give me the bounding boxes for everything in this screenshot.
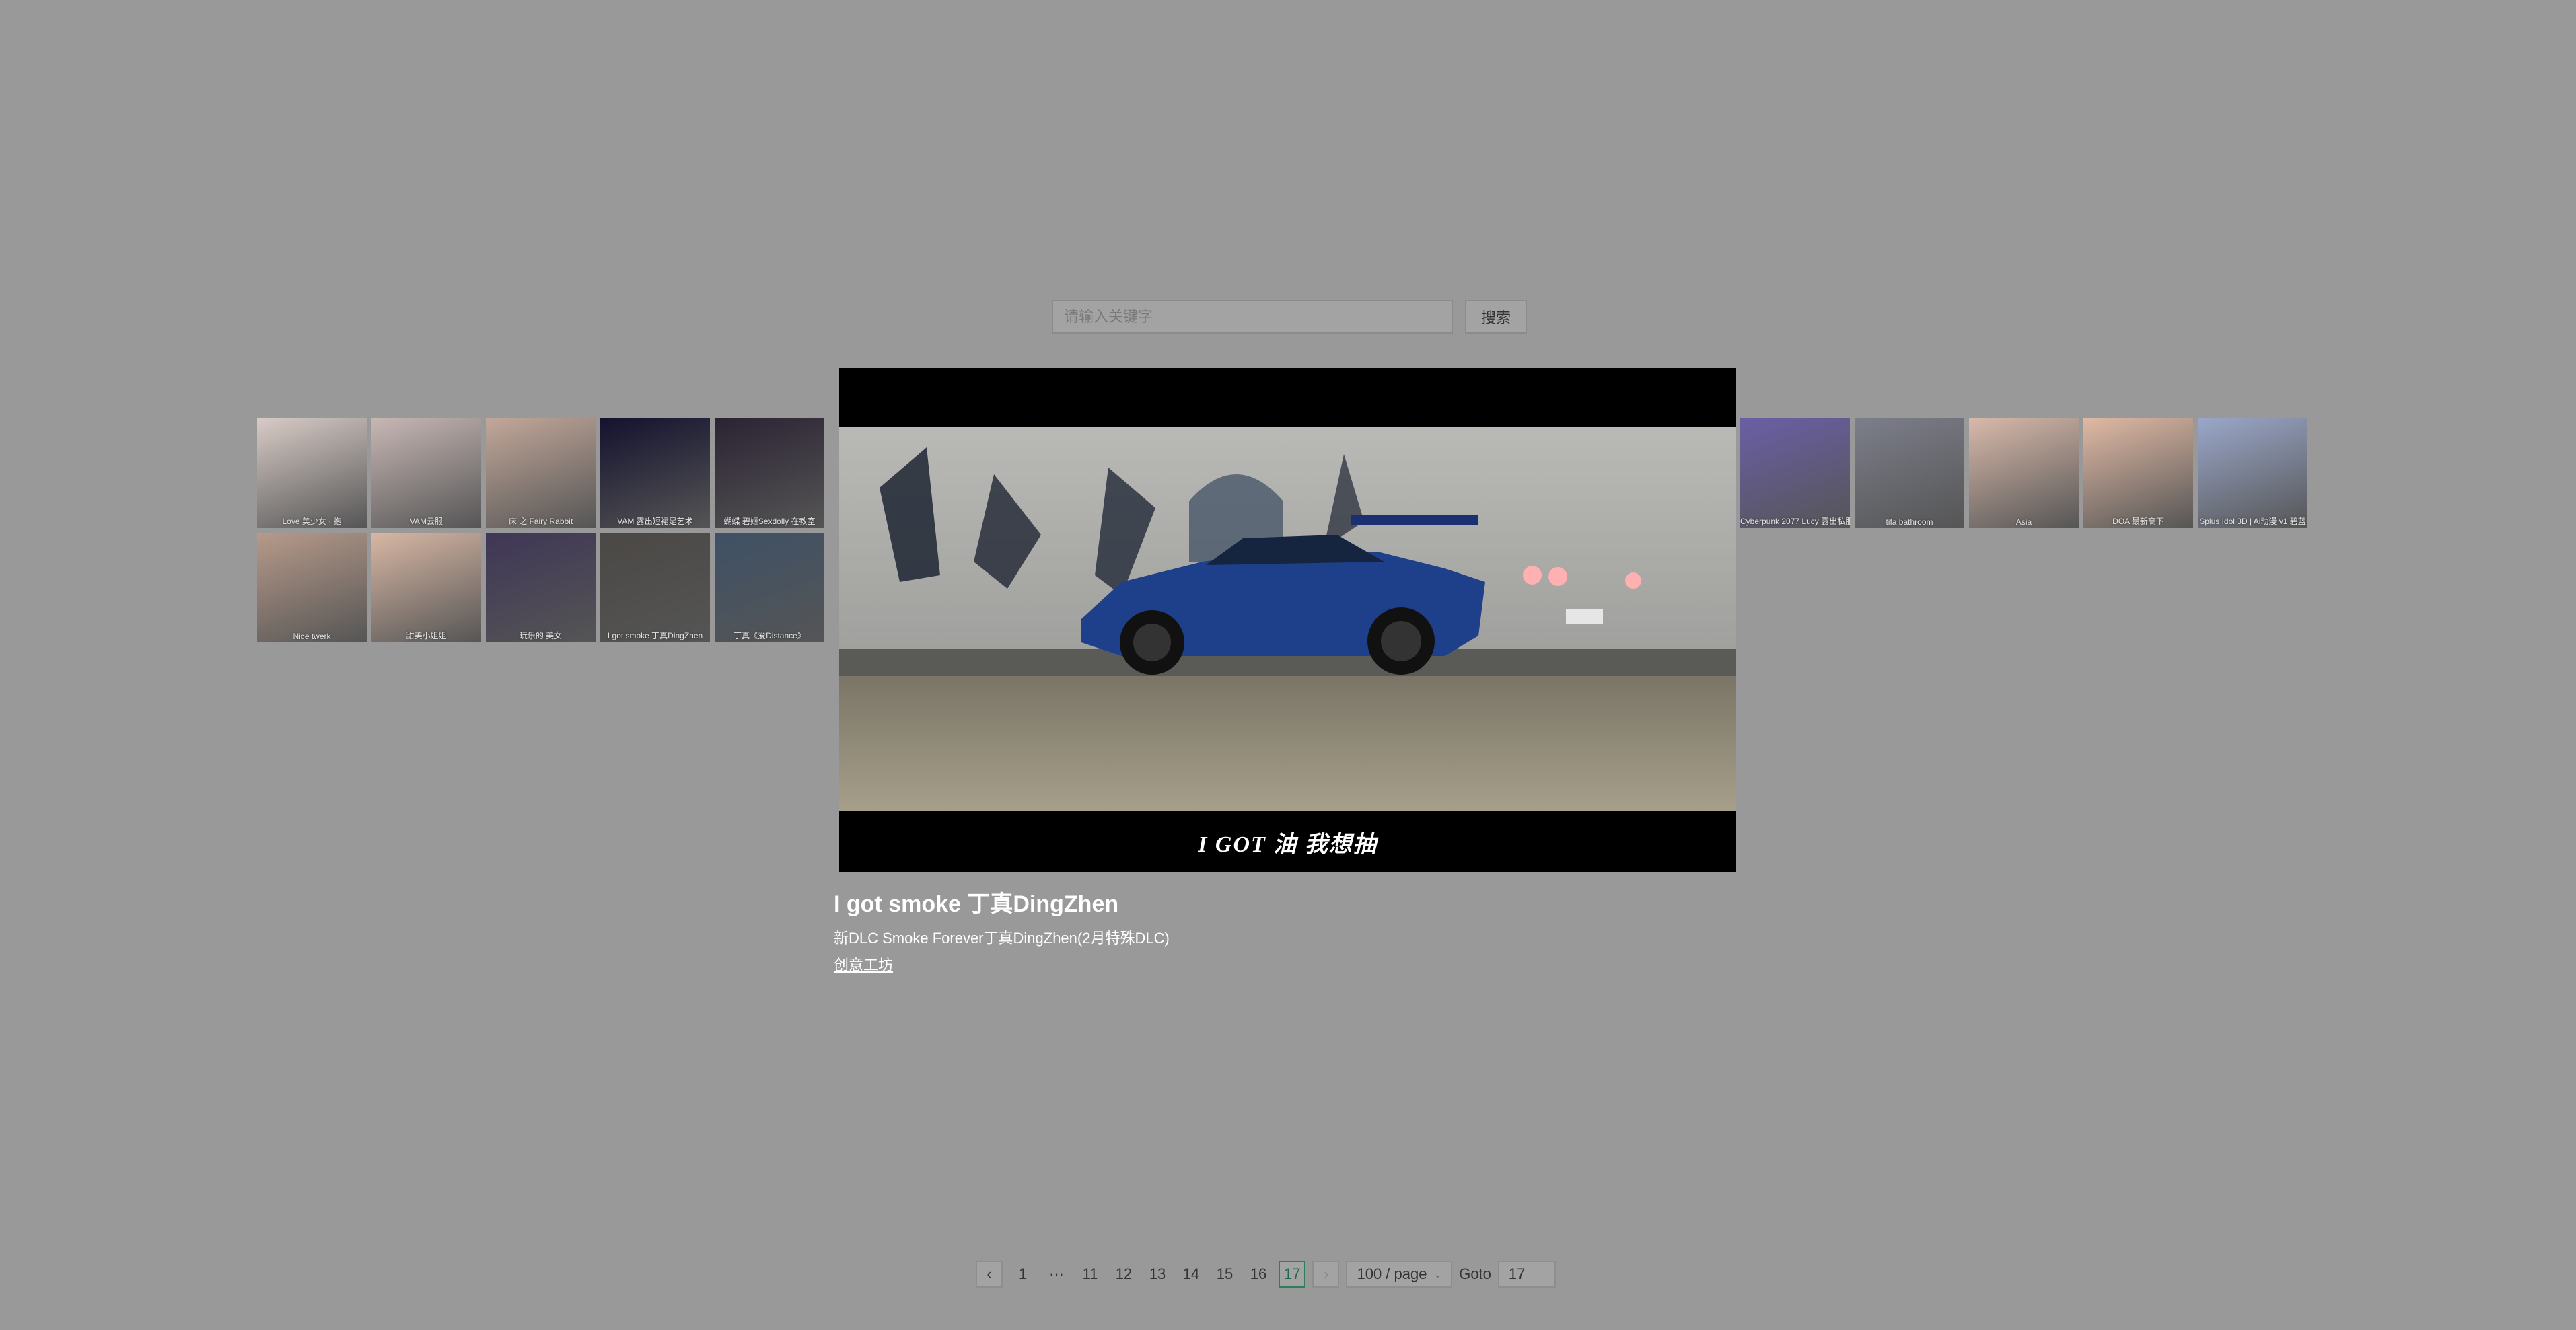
page-item[interactable]: 14 bbox=[1178, 1261, 1205, 1288]
thumbnail-item[interactable]: Cyberpunk 2077 Lucy 露出私服 bbox=[1740, 418, 1850, 528]
thumbnail-item[interactable]: VAM 露出短裙是艺术 bbox=[600, 418, 710, 528]
thumbnail-item[interactable]: DOA 最新高下 bbox=[2083, 418, 2193, 528]
thumbnail-caption: Splus Idol 3D | Ai动漫 v1 碧蓝 bbox=[2199, 517, 2306, 526]
thumbnail-caption: 甜美小姐姐 bbox=[406, 631, 447, 640]
workshop-link[interactable]: 创意工坊 bbox=[834, 953, 893, 975]
video-subtitle: I GOT 油 我想抽 bbox=[1198, 832, 1378, 857]
page-item-current[interactable]: 17 bbox=[1279, 1261, 1306, 1288]
search-input[interactable] bbox=[1052, 300, 1453, 334]
thumbnail-item[interactable]: 甜美小姐姐 bbox=[371, 533, 481, 642]
thumbnail-item[interactable]: tifa bathroom bbox=[1855, 418, 1964, 528]
goto-label: Goto bbox=[1459, 1265, 1491, 1282]
chevron-right-icon: › bbox=[1323, 1265, 1329, 1282]
chevron-left-icon: ‹ bbox=[987, 1265, 992, 1282]
thumbnail-caption: 蝴蝶 碧姬Sexdolly 在教室 bbox=[723, 517, 816, 526]
search-button[interactable]: 搜索 bbox=[1465, 300, 1528, 334]
thumbnail-item[interactable]: Love 美少女 · 抱 bbox=[257, 418, 367, 528]
thumbnail-caption: I got smoke 丁真DingZhen bbox=[607, 631, 703, 640]
preview-description: 新DLC Smoke Forever丁真DingZhen(2月特殊DLC) bbox=[834, 930, 1170, 947]
thumbnail-item[interactable]: 丁真《爱Distance》 bbox=[715, 533, 824, 642]
page-size-select[interactable]: 100 / page ⌄ bbox=[1346, 1261, 1453, 1288]
thumbnail-caption: tifa bathroom bbox=[1886, 517, 1933, 527]
thumbnail-caption: DOA 最新高下 bbox=[2112, 517, 2164, 526]
prev-page-button[interactable]: ‹ bbox=[976, 1261, 1003, 1288]
thumbnail-item[interactable]: Nice twerk bbox=[257, 533, 367, 642]
preview-info: I got smoke 丁真DingZhen 新DLC Smoke Foreve… bbox=[834, 885, 1170, 975]
page-item[interactable]: 13 bbox=[1144, 1261, 1171, 1288]
next-page-button[interactable]: › bbox=[1312, 1261, 1340, 1288]
video-preview[interactable]: I GOT 油 我想抽 bbox=[839, 368, 1736, 872]
pagination: ‹ 1 ··· 11 12 13 14 15 16 17 › 100 / pag… bbox=[976, 1261, 1556, 1288]
page-item[interactable]: 15 bbox=[1211, 1261, 1238, 1288]
page-ellipsis[interactable]: ··· bbox=[1043, 1261, 1070, 1288]
page-size-value: 100 / page bbox=[1357, 1265, 1427, 1282]
thumbnail-caption: 床 之 Fairy Rabbit bbox=[508, 517, 573, 526]
thumbnail-caption: 丁真《爱Distance》 bbox=[734, 631, 806, 640]
search-bar: 搜索 bbox=[1052, 300, 1528, 334]
thumbnail-item[interactable]: VAM云服 bbox=[371, 418, 481, 528]
thumbnail-caption: Nice twerk bbox=[293, 632, 331, 641]
thumbnail-caption: 玩乐的 美女 bbox=[519, 631, 563, 640]
chevron-down-icon: ⌄ bbox=[1433, 1268, 1442, 1280]
thumbnail-item[interactable]: Asia bbox=[1969, 418, 2079, 528]
page-item[interactable]: 16 bbox=[1245, 1261, 1272, 1288]
thumbnail-item[interactable]: 玩乐的 美女 bbox=[486, 533, 596, 642]
thumbnail-item[interactable]: 蝴蝶 碧姬Sexdolly 在教室 bbox=[715, 418, 824, 528]
thumbnail-caption: Love 美少女 · 抱 bbox=[282, 517, 342, 526]
goto-input[interactable] bbox=[1497, 1261, 1556, 1288]
thumbnail-item[interactable]: Splus Idol 3D | Ai动漫 v1 碧蓝 bbox=[2198, 418, 2307, 528]
page-item[interactable]: 1 bbox=[1009, 1261, 1036, 1288]
thumbnail-caption: Asia bbox=[2015, 517, 2032, 527]
thumbnail-caption: VAM 露出短裙是艺术 bbox=[617, 517, 693, 526]
thumbnail-item[interactable]: 床 之 Fairy Rabbit bbox=[486, 418, 596, 528]
thumbnail-item[interactable]: I got smoke 丁真DingZhen bbox=[600, 533, 710, 642]
page-item[interactable]: 11 bbox=[1077, 1261, 1104, 1288]
thumbnail-caption: Cyberpunk 2077 Lucy 露出私服 bbox=[1740, 517, 1850, 526]
thumbnail-caption: VAM云服 bbox=[409, 517, 443, 526]
preview-title: I got smoke 丁真DingZhen bbox=[834, 891, 1119, 917]
page-item[interactable]: 12 bbox=[1110, 1261, 1137, 1288]
car-scene-image bbox=[839, 427, 1736, 811]
